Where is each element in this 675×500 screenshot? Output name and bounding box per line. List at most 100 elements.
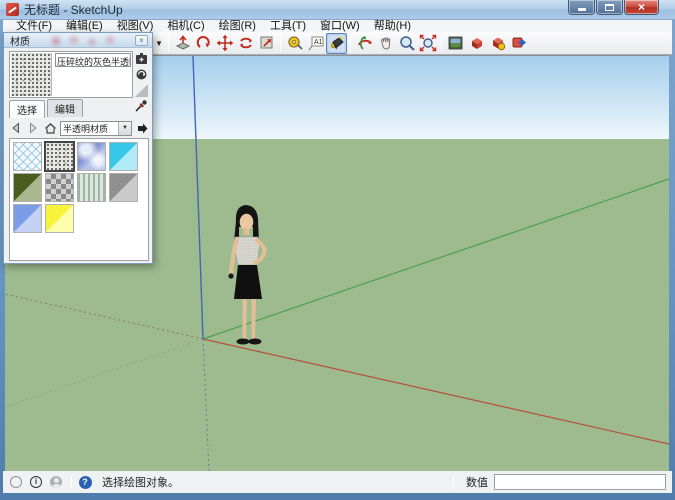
- sample-paint-button[interactable]: [134, 99, 148, 116]
- material-swatch[interactable]: [13, 204, 42, 233]
- details-arrow-button[interactable]: [135, 121, 149, 135]
- push-pull-icon: [174, 34, 192, 52]
- tape-measure-tool-button[interactable]: [284, 33, 305, 54]
- menu-help[interactable]: 帮助(H): [367, 20, 418, 32]
- get-models-icon: [468, 34, 486, 52]
- title-bar[interactable]: 无标题 - SketchUp ×: [0, 0, 675, 20]
- create-material-icon: [135, 52, 148, 65]
- offset-icon: [258, 34, 276, 52]
- move-icon: [216, 34, 234, 52]
- send-model-button[interactable]: [508, 33, 529, 54]
- toolbar-separator: [441, 34, 442, 52]
- tab-edit[interactable]: 编辑: [47, 99, 83, 117]
- create-material-button[interactable]: [135, 52, 148, 65]
- geolocation-icon[interactable]: [9, 475, 23, 489]
- rotate-icon: [237, 34, 255, 52]
- minimize-button[interactable]: [568, 0, 595, 15]
- help-icon[interactable]: ?: [78, 475, 92, 489]
- menu-file[interactable]: 文件(F): [9, 20, 59, 32]
- rotate-tool-button[interactable]: [235, 33, 256, 54]
- material-swatch[interactable]: [13, 173, 42, 202]
- material-swatch[interactable]: [45, 142, 74, 171]
- text-tool-button[interactable]: A1: [305, 33, 326, 54]
- status-bar: i ? 选择绘图对象。 数值: [3, 471, 672, 493]
- paint-bucket-icon: [328, 34, 346, 52]
- back-arrow-icon: [10, 122, 22, 134]
- pan-icon: [377, 34, 395, 52]
- follow-me-icon: [195, 34, 213, 52]
- sketchup-window: 无标题 - SketchUp × 文件(F) 编辑(E) 视图(V) 相机(C)…: [0, 0, 675, 500]
- materials-tabs: 选择 编辑: [9, 102, 85, 117]
- menu-tools[interactable]: 工具(T): [263, 20, 313, 32]
- get-models-button[interactable]: [466, 33, 487, 54]
- materials-dialog-title: 材质: [10, 33, 30, 48]
- home-icon: [44, 122, 57, 135]
- tape-measure-icon: [286, 34, 304, 52]
- claim-credit-icon[interactable]: i: [29, 475, 43, 489]
- material-swatch[interactable]: [77, 142, 106, 171]
- paint-bucket-tool-button[interactable]: [326, 33, 347, 54]
- zoom-tool-button[interactable]: [396, 33, 417, 54]
- materials-dialog[interactable]: 材质 × 压碎纹的灰色半透明树: [3, 32, 153, 264]
- menu-window[interactable]: 窗口(W): [313, 20, 367, 32]
- send-model-icon: [510, 34, 528, 52]
- text-icon: A1: [307, 34, 325, 52]
- close-icon: ×: [638, 1, 645, 13]
- chevron-down-icon: ▼: [118, 122, 131, 135]
- home-button[interactable]: [43, 121, 57, 135]
- follow-me-tool-button[interactable]: [193, 33, 214, 54]
- material-swatch[interactable]: [45, 204, 74, 233]
- back-button[interactable]: [9, 121, 23, 135]
- collection-dropdown[interactable]: 半透明材质 ▼: [60, 121, 132, 136]
- material-preview-panel: 压碎纹的灰色半透明树: [9, 51, 133, 98]
- material-swatch[interactable]: [45, 173, 74, 202]
- zoom-icon: [398, 34, 416, 52]
- menu-edit[interactable]: 编辑(E): [59, 20, 110, 32]
- move-tool-button[interactable]: [214, 33, 235, 54]
- sketchup-logo-icon: [6, 3, 19, 16]
- get-current-view-icon: [447, 34, 465, 52]
- statusbar-separator: [71, 475, 72, 489]
- offset-tool-button[interactable]: [256, 33, 277, 54]
- share-model-icon: [489, 34, 507, 52]
- secondary-pane-toggle[interactable]: [135, 84, 148, 97]
- collection-selected: 半透明材质: [61, 122, 118, 135]
- orbit-tool-button[interactable]: [354, 33, 375, 54]
- material-swatch[interactable]: [109, 173, 138, 202]
- material-swatch[interactable]: [109, 142, 138, 171]
- close-button[interactable]: ×: [624, 0, 659, 15]
- toolbar-separator: [168, 34, 169, 52]
- statusbar-separator: [453, 475, 454, 489]
- materials-dialog-titlebar[interactable]: 材质 ×: [4, 33, 152, 48]
- toolbar-separator: [350, 34, 351, 52]
- aero-glass-blur: [44, 34, 124, 47]
- material-swatch[interactable]: [77, 173, 106, 202]
- measurements-input[interactable]: [494, 474, 666, 490]
- set-default-material-icon: [135, 68, 148, 81]
- sign-in-icon[interactable]: [49, 475, 63, 489]
- svg-text:A1: A1: [314, 39, 323, 46]
- menu-camera[interactable]: 相机(C): [160, 20, 211, 32]
- maximize-button[interactable]: [596, 0, 623, 15]
- zoom-extents-tool-button[interactable]: [417, 33, 438, 54]
- material-swatch[interactable]: [13, 142, 42, 171]
- material-swatch-grid: [10, 139, 148, 236]
- materials-nav-row: 半透明材质 ▼: [9, 120, 149, 136]
- toolbar-overflow-icon[interactable]: ▼: [153, 39, 165, 48]
- pan-tool-button[interactable]: [375, 33, 396, 54]
- material-swatch-panel: [9, 138, 149, 261]
- material-name-field[interactable]: 压碎纹的灰色半透明树: [55, 53, 131, 67]
- materials-close-button[interactable]: ×: [135, 35, 148, 46]
- orbit-icon: [356, 34, 374, 52]
- menu-draw[interactable]: 绘图(R): [212, 20, 263, 32]
- set-default-material-button[interactable]: [135, 68, 148, 81]
- get-current-view-button[interactable]: [445, 33, 466, 54]
- minimize-icon: [578, 8, 586, 11]
- push-pull-tool-button[interactable]: [172, 33, 193, 54]
- menu-view[interactable]: 视图(V): [110, 20, 161, 32]
- share-model-button[interactable]: [487, 33, 508, 54]
- forward-button[interactable]: [26, 121, 40, 135]
- maximize-icon: [605, 4, 614, 11]
- tab-select[interactable]: 选择: [9, 100, 45, 118]
- measurements-label: 数值: [466, 474, 488, 490]
